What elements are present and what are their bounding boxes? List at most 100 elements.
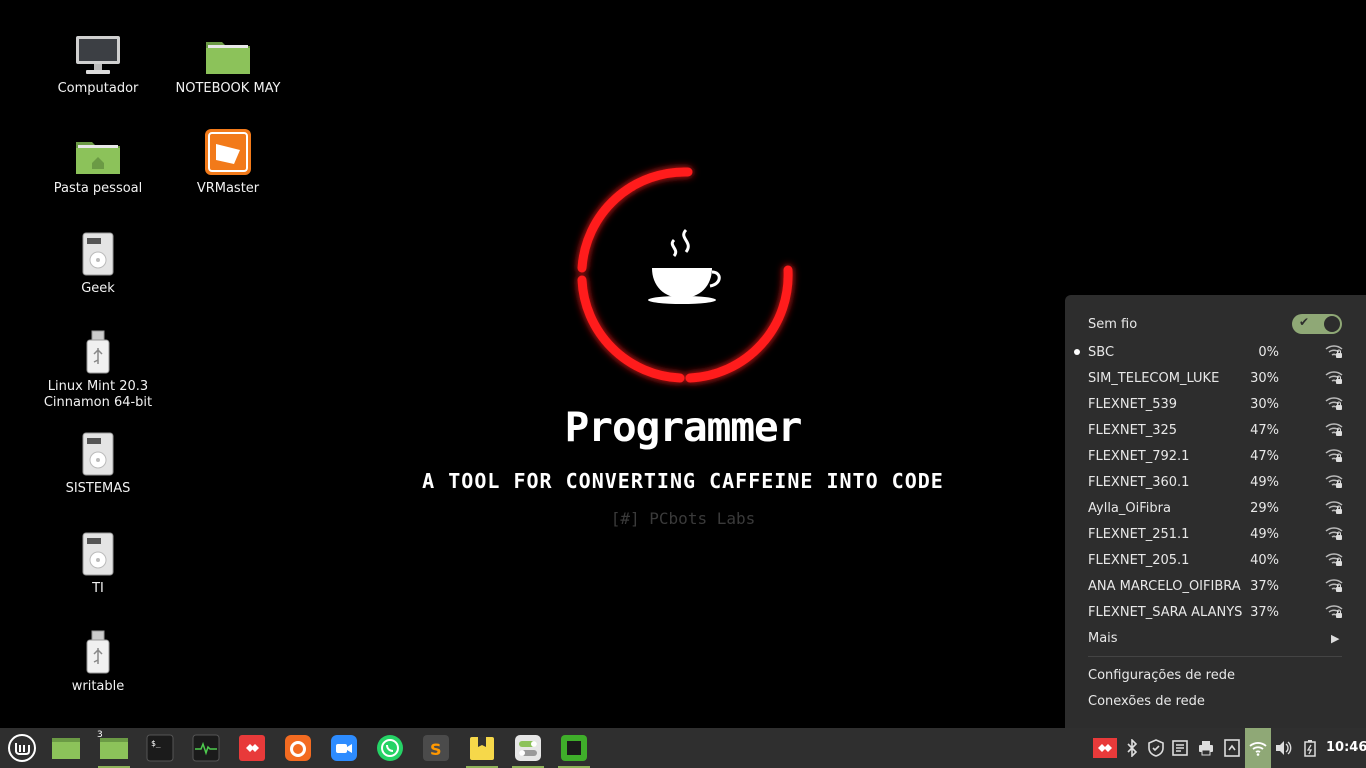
- whatsapp-icon: [377, 735, 403, 761]
- network-strength: 30%: [1250, 396, 1279, 412]
- desktop-icon-label: VRMaster: [196, 181, 260, 196]
- secured-wifi-icon: [1325, 421, 1343, 441]
- network-ssid: SBC: [1088, 344, 1115, 360]
- taskbar-anydesk[interactable]: [234, 732, 270, 764]
- network-ssid: ANA MARCELO_OIFIBRA: [1088, 578, 1241, 594]
- taskbar-terminal[interactable]: $_: [142, 732, 178, 764]
- network-strength: 49%: [1250, 526, 1279, 542]
- network-item[interactable]: SIM_TELECOM_LUKE 30%: [1065, 365, 1366, 391]
- desktop-icon-linux-mint[interactable]: Linux Mint 20.3 Cinnamon 64-bit: [38, 322, 158, 411]
- network-item[interactable]: FLEXNET_539 30%: [1065, 391, 1366, 417]
- notes-tray-button[interactable]: [1170, 738, 1190, 758]
- wifi-toggle-switch[interactable]: ✔: [1292, 314, 1342, 334]
- anydesk-icon: [239, 735, 265, 761]
- network-ssid: FLEXNET_251.1: [1088, 526, 1190, 542]
- mint-menu-button[interactable]: [4, 732, 40, 764]
- notes-icon: [1172, 740, 1188, 756]
- secured-wifi-icon: [1325, 551, 1343, 571]
- desktop-icon-pasta-pessoal[interactable]: Pasta pessoal: [38, 124, 158, 197]
- network-strength: 49%: [1250, 474, 1279, 490]
- network-item[interactable]: FLEXNET_205.1 40%: [1065, 547, 1366, 573]
- network-item[interactable]: SBC 0%: [1065, 339, 1366, 365]
- more-networks-item[interactable]: Mais ▶: [1065, 625, 1366, 651]
- taskbar-system-monitor[interactable]: [188, 732, 224, 764]
- settings-toggle-icon: [515, 735, 541, 761]
- network-ssid: FLEXNET_539: [1088, 396, 1178, 412]
- desktop-icon-geek[interactable]: Geek: [38, 224, 158, 297]
- folder-icon: [202, 24, 254, 76]
- connected-indicator: [1074, 349, 1080, 355]
- desktop-icon-computador[interactable]: Computador: [38, 24, 158, 97]
- clock[interactable]: 10:46: [1326, 740, 1366, 755]
- network-strength: 0%: [1258, 344, 1279, 360]
- taskbar-files-window[interactable]: 3: [96, 730, 132, 768]
- network-settings-label: Configurações de rede: [1088, 667, 1235, 683]
- taskbar-whatsapp[interactable]: [372, 732, 408, 764]
- wifi-icon: [1249, 742, 1267, 756]
- network-tray-button[interactable]: [1248, 738, 1268, 758]
- desktop-icon-writable[interactable]: writable: [38, 622, 158, 695]
- files-icon: [100, 738, 128, 759]
- printer-tray-button[interactable]: [1196, 738, 1216, 758]
- network-strength: 29%: [1250, 500, 1279, 516]
- desktop-icon-label: writable: [71, 679, 125, 694]
- network-item[interactable]: FLEXNET_251.1 49%: [1065, 521, 1366, 547]
- network-ssid: FLEXNET_205.1: [1088, 552, 1190, 568]
- volume-tray-button[interactable]: [1274, 738, 1294, 758]
- network-item[interactable]: ANA MARCELO_OIFIBRA 37%: [1065, 573, 1366, 599]
- network-strength: 37%: [1250, 578, 1279, 594]
- taskbar-settings[interactable]: [510, 732, 546, 768]
- secured-wifi-icon: [1325, 447, 1343, 467]
- secured-wifi-icon: [1325, 577, 1343, 597]
- svg-text:S: S: [430, 740, 442, 759]
- desktop-icon-label: Geek: [81, 281, 115, 296]
- desktop-icon-label: Pasta pessoal: [53, 181, 143, 196]
- taskbar-zoom[interactable]: [326, 732, 362, 764]
- network-item[interactable]: FLEXNET_792.1 47%: [1065, 443, 1366, 469]
- update-tray-button[interactable]: [1222, 738, 1242, 758]
- anydesk-tray-icon: [1093, 738, 1117, 758]
- network-ssid: FLEXNET_792.1: [1088, 448, 1190, 464]
- desktop-icon-vrmaster[interactable]: VRMaster: [168, 124, 288, 197]
- network-ssid: Aylla_OiFibra: [1088, 500, 1171, 516]
- network-item[interactable]: FLEXNET_SARA ALANYS 37%: [1065, 599, 1366, 625]
- taskbar-sublime-text[interactable]: S: [418, 732, 454, 764]
- secured-wifi-icon: [1325, 603, 1343, 623]
- monitor-icon: [72, 24, 124, 76]
- bluetooth-tray-button[interactable]: [1122, 738, 1142, 758]
- network-ssid: SIM_TELECOM_LUKE: [1088, 370, 1220, 386]
- desktop-icon-ti[interactable]: TI: [38, 524, 158, 597]
- network-item[interactable]: FLEXNET_360.1 49%: [1065, 469, 1366, 495]
- submenu-arrow-icon: ▶: [1331, 631, 1340, 645]
- check-icon: ✔: [1299, 315, 1310, 329]
- network-item[interactable]: Aylla_OiFibra 29%: [1065, 495, 1366, 521]
- taskbar-firefox[interactable]: [280, 732, 316, 764]
- taskbar-files-launcher[interactable]: [48, 732, 84, 764]
- anydesk-tray-button[interactable]: [1093, 738, 1117, 758]
- terminal-icon: $_: [146, 734, 174, 762]
- secured-wifi-icon: [1325, 395, 1343, 415]
- shield-tray-button[interactable]: [1146, 738, 1166, 758]
- menu-separator: [1088, 656, 1342, 657]
- network-settings-item[interactable]: Configurações de rede: [1065, 662, 1366, 688]
- usb-drive-icon: [72, 622, 124, 674]
- network-strength: 47%: [1250, 448, 1279, 464]
- taskbar-hardware[interactable]: [556, 732, 592, 768]
- network-ssid: FLEXNET_360.1: [1088, 474, 1190, 490]
- desktop-icon-notebook-may[interactable]: NOTEBOOK MAY: [168, 24, 288, 97]
- network-item[interactable]: FLEXNET_325 47%: [1065, 417, 1366, 443]
- more-networks-label: Mais: [1088, 630, 1118, 646]
- battery-tray-button[interactable]: [1300, 738, 1320, 758]
- zoom-icon: [331, 735, 357, 761]
- secured-wifi-icon: [1325, 473, 1343, 493]
- desktop-icon-label: Computador: [57, 81, 139, 96]
- desktop-icon-label: TI: [92, 581, 104, 596]
- battery-icon: [1304, 740, 1316, 757]
- toggle-knob: [1324, 316, 1340, 332]
- taskbar-sticky-notes[interactable]: [464, 732, 500, 768]
- home-folder-icon: [72, 124, 124, 176]
- network-strength: 37%: [1250, 604, 1279, 620]
- network-connections-item[interactable]: Conexões de rede: [1065, 688, 1366, 714]
- network-strength: 40%: [1250, 552, 1279, 568]
- volume-icon: [1276, 741, 1292, 755]
